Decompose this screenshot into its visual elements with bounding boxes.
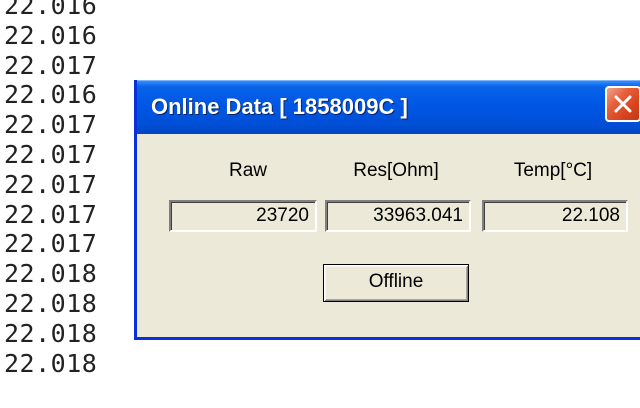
log-line: 22.017 (4, 169, 98, 199)
close-icon (614, 95, 632, 113)
log-line: 22.017 (4, 139, 98, 169)
log-line: 22.017 (4, 199, 98, 229)
log-line: 22.018 (4, 288, 98, 318)
online-data-dialog: Online Data [ 1858009C ] Raw Res[Ohm] Te… (134, 80, 640, 340)
temp-value-field: 22.108 (482, 200, 628, 232)
log-line: 22.016 (4, 80, 98, 110)
res-label: Res[Ohm] (353, 160, 439, 181)
temp-label: Temp[°C] (513, 160, 593, 181)
dialog-client-area: Raw Res[Ohm] Temp[°C] 23720 33963.041 22… (137, 134, 640, 337)
log-line: 22.018 (4, 348, 98, 378)
background-log: 22.016 22.016 22.017 22.016 22.017 22.01… (4, 0, 97, 378)
raw-label: Raw (228, 160, 267, 181)
dialog-title: Online Data [ 1858009C ] (151, 94, 408, 119)
raw-value-field: 23720 (169, 200, 317, 232)
close-button[interactable] (605, 86, 640, 122)
log-line: 22.018 (4, 259, 98, 289)
log-line: 22.017 (4, 110, 98, 140)
log-line: 22.016 (4, 0, 98, 20)
offline-button[interactable]: Offline (323, 264, 469, 302)
log-line: 22.018 (4, 318, 98, 348)
res-value-field: 33963.041 (325, 200, 471, 232)
log-line: 22.016 (4, 20, 98, 50)
dialog-titlebar[interactable]: Online Data [ 1858009C ] (137, 80, 640, 134)
log-line: 22.017 (4, 229, 98, 259)
log-line: 22.017 (4, 50, 98, 80)
